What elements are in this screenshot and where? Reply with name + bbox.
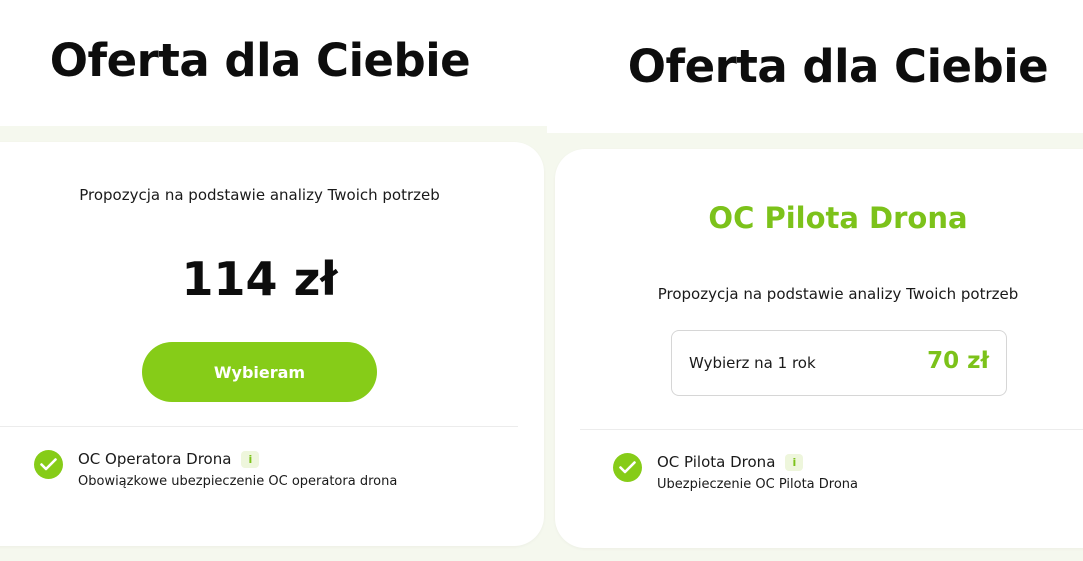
proposal-text: Propozycja na podstawie analizy Twoich p… bbox=[657, 285, 1019, 303]
period-option[interactable]: Wybierz na 1 rok 70 zł bbox=[671, 330, 1007, 396]
feature-title: OC Pilota Drona bbox=[657, 453, 776, 471]
product-name: OC Pilota Drona bbox=[708, 201, 968, 235]
offer-comparison: Oferta dla Ciebie Propozycja na podstawi… bbox=[0, 0, 1083, 561]
coverage-feature: OC Pilota Drona i Ubezpieczenie OC Pilot… bbox=[613, 453, 858, 492]
offer-panel-left: Oferta dla Ciebie Propozycja na podstawi… bbox=[0, 0, 547, 561]
info-icon[interactable]: i bbox=[241, 450, 260, 468]
check-icon bbox=[34, 450, 63, 479]
page-title: Oferta dla Ciebie bbox=[627, 40, 1049, 93]
offer-card: Propozycja na podstawie analizy Twoich p… bbox=[0, 142, 544, 546]
divider bbox=[0, 426, 518, 427]
feature-title: OC Operatora Drona bbox=[78, 450, 232, 468]
info-icon[interactable]: i bbox=[785, 453, 804, 471]
offer-card: OC Pilota Drona Propozycja na podstawie … bbox=[555, 149, 1083, 548]
coverage-feature: OC Operatora Drona i Obowiązkowe ubezpie… bbox=[34, 450, 397, 489]
feature-description: Obowiązkowe ubezpieczenie OC operatora d… bbox=[78, 474, 398, 489]
option-label: Wybierz na 1 rok bbox=[689, 354, 816, 372]
page-title: Oferta dla Ciebie bbox=[49, 34, 471, 87]
offer-price: 114 zł bbox=[181, 252, 338, 306]
proposal-text: Propozycja na podstawie analizy Twoich p… bbox=[79, 186, 440, 204]
option-price: 70 zł bbox=[927, 348, 989, 374]
offer-panel-right: Oferta dla Ciebie OC Pilota Drona Propoz… bbox=[547, 0, 1083, 561]
choose-button[interactable]: Wybieram bbox=[142, 342, 377, 402]
divider bbox=[580, 429, 1083, 430]
feature-description: Ubezpieczenie OC Pilota Drona bbox=[657, 477, 858, 492]
check-icon bbox=[613, 453, 642, 482]
